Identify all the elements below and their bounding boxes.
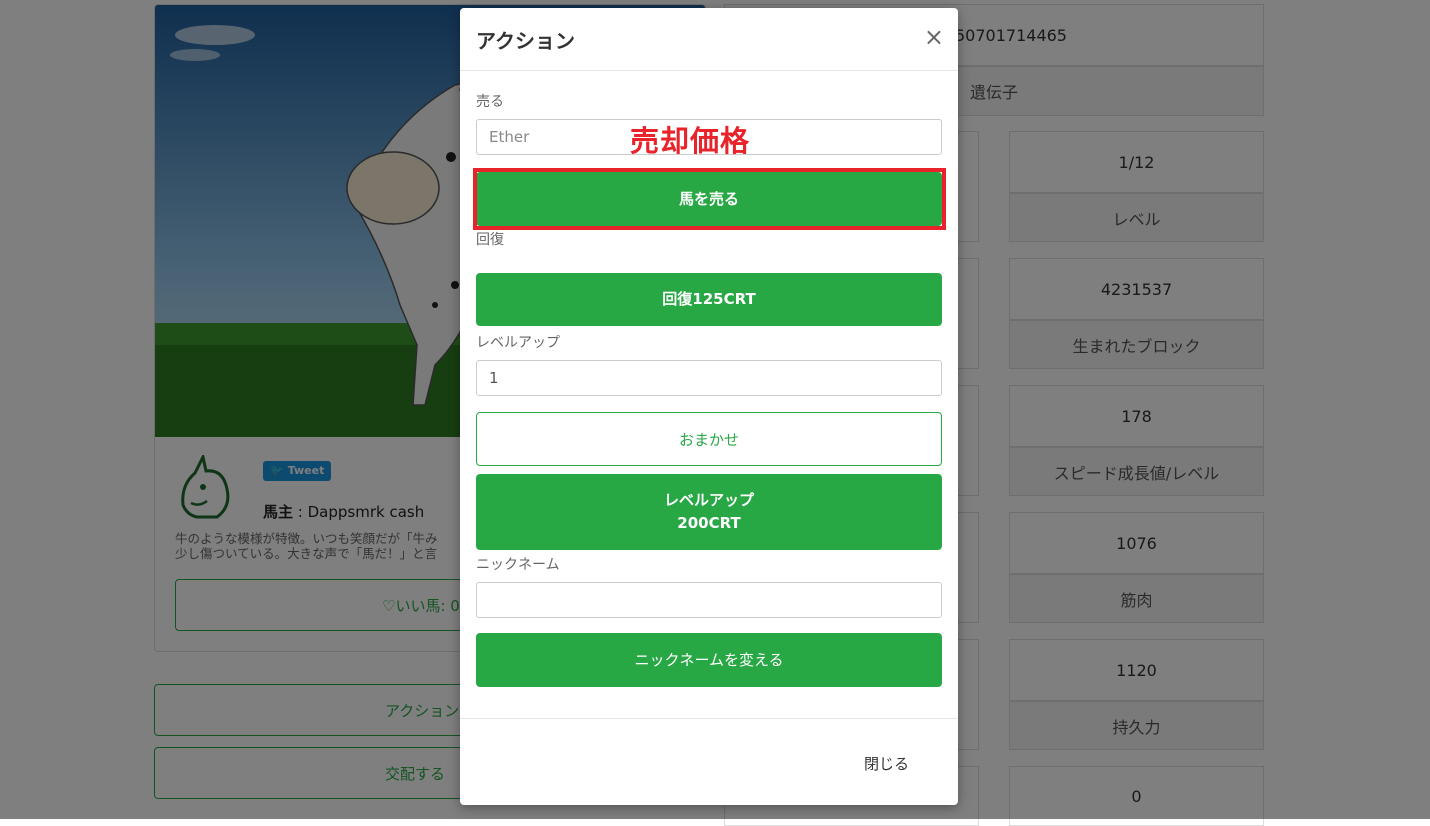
modal-header: アクション × xyxy=(460,8,958,71)
recover-button[interactable]: 回復125CRT xyxy=(476,273,942,326)
nickname-label: ニックネーム xyxy=(476,557,560,573)
sell-label: 売る xyxy=(476,94,504,110)
sell-button-highlight xyxy=(473,168,946,230)
modal-footer: 閉じる xyxy=(460,718,958,806)
levelup-amount-input[interactable] xyxy=(476,360,942,396)
modal-close-button[interactable]: 閉じる xyxy=(864,753,909,774)
action-modal: アクション × 売る 売却価格 馬を売る 回復 回復125CRT レベルアップ … xyxy=(460,8,958,805)
levelup-button-label: レベルアップ xyxy=(663,491,754,509)
recover-label: 回復 xyxy=(476,232,504,248)
close-icon[interactable]: × xyxy=(924,24,944,50)
auto-levelup-button[interactable]: おまかせ xyxy=(476,412,942,466)
levelup-button-cost: 200CRT xyxy=(677,514,741,532)
change-nickname-button[interactable]: ニックネームを変える xyxy=(476,633,942,687)
sell-price-annotation: 売却価格 xyxy=(630,124,751,158)
modal-title: アクション xyxy=(476,29,575,53)
levelup-label: レベルアップ xyxy=(476,335,560,351)
nickname-input[interactable] xyxy=(476,582,942,618)
levelup-button[interactable]: レベルアップ 200CRT xyxy=(476,474,942,550)
